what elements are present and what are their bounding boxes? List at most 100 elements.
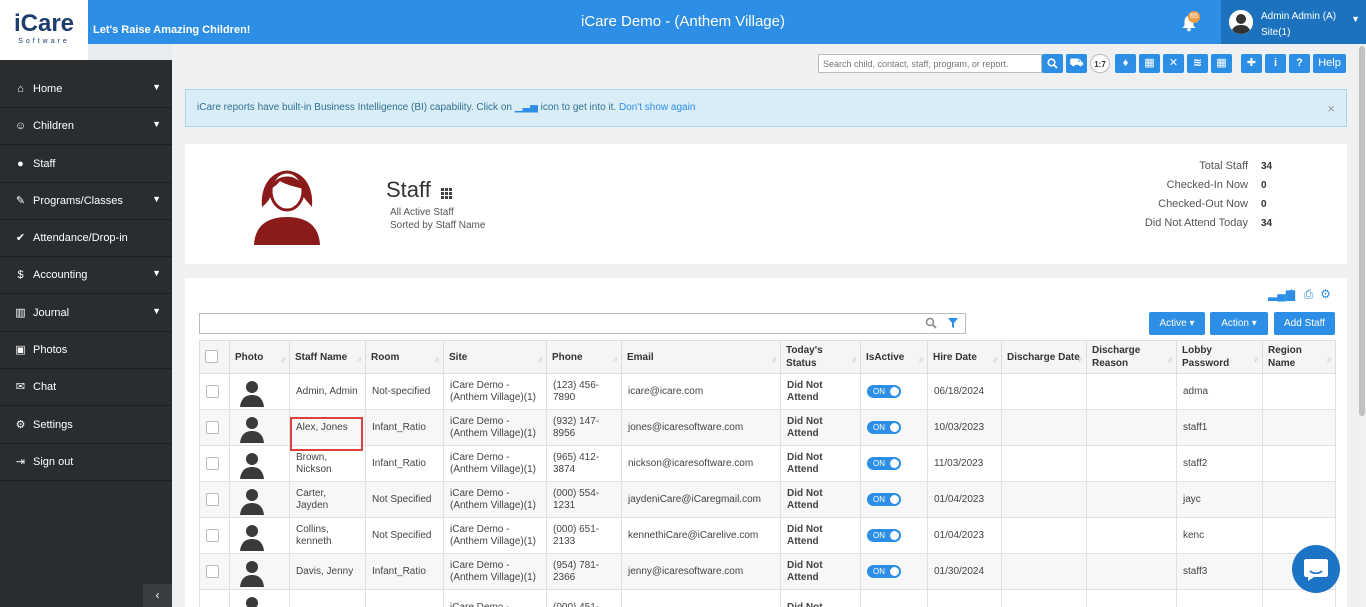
table-row[interactable]: Brown, Nickson Infant_Ratio iCare Demo - (… bbox=[199, 445, 1336, 482]
sidebar-item-staff[interactable]: ● Staff bbox=[0, 146, 172, 183]
staff-name-cell[interactable] bbox=[289, 589, 366, 607]
sidebar-item-settings[interactable]: ⚙ Settings bbox=[0, 407, 172, 444]
select-all-header[interactable] bbox=[199, 340, 230, 374]
active-filter-button[interactable]: Active ▾ bbox=[1149, 312, 1205, 335]
question-button[interactable]: ? bbox=[1289, 54, 1310, 73]
sidebar-item-programs[interactable]: ✎ Programs/Classes ▼ bbox=[0, 183, 172, 220]
sidebar-item-photos[interactable]: ▣ Photos bbox=[0, 332, 172, 369]
sidebar-item-children[interactable]: ☺ Children ▼ bbox=[0, 108, 172, 145]
row-select-cell[interactable] bbox=[199, 373, 230, 410]
sidebar-collapse-button[interactable]: ‹ bbox=[143, 584, 172, 607]
close-icon[interactable]: × bbox=[1327, 101, 1335, 116]
row-checkbox[interactable] bbox=[206, 420, 219, 434]
isactive-cell: ON bbox=[860, 409, 928, 446]
scrollbar-thumb[interactable] bbox=[1359, 46, 1365, 416]
staff-name-cell[interactable]: Collins, kenneth bbox=[289, 517, 366, 554]
column-header-region-name[interactable]: Region Name ↓↑ bbox=[1262, 340, 1336, 374]
table-row[interactable]: Admin, Admin Not-specified iCare Demo - (A… bbox=[199, 373, 1336, 410]
column-header-room[interactable]: Room ↓↑ bbox=[365, 340, 444, 374]
sidebar-item-journal[interactable]: ▥ Journal ▼ bbox=[0, 295, 172, 332]
sidebar-item-accounting[interactable]: $ Accounting ▼ bbox=[0, 257, 172, 294]
chart-button[interactable]: ≋ bbox=[1187, 54, 1208, 73]
table-row[interactable]: Alex, Jones Infant_Ratio iCare Demo - (Ant… bbox=[199, 409, 1336, 446]
sidebar-item-home[interactable]: ⌂ Home ▼ bbox=[0, 71, 172, 108]
gear-icon[interactable]: ⚙ bbox=[1319, 287, 1332, 301]
row-checkbox[interactable] bbox=[206, 456, 219, 470]
info-button[interactable]: i bbox=[1265, 54, 1286, 73]
export-icon[interactable]: ⇪ bbox=[1285, 287, 1298, 301]
table-row[interactable]: Carter, Jayden Not Specified iCare Demo - … bbox=[199, 481, 1336, 518]
table-row[interactable]: Collins, kenneth Not Specified iCare Demo … bbox=[199, 517, 1336, 554]
filter-icon[interactable] bbox=[947, 317, 959, 329]
column-label: Discharge Reason bbox=[1092, 345, 1141, 369]
row-checkbox[interactable] bbox=[206, 384, 219, 398]
sidebar-item-chat[interactable]: ✉ Chat bbox=[0, 369, 172, 406]
staff-name-cell[interactable]: Admin, Admin bbox=[289, 373, 366, 410]
room-cell: Infant_Ratio bbox=[365, 445, 444, 482]
logo[interactable]: iCare Software bbox=[0, 0, 88, 60]
row-select-cell[interactable] bbox=[199, 589, 230, 607]
column-header-isactive[interactable]: IsActive ↓↑ bbox=[860, 340, 928, 374]
search-button[interactable] bbox=[1042, 54, 1063, 73]
action-menu-button[interactable]: Action ▾ bbox=[1210, 312, 1268, 335]
isactive-toggle[interactable]: ON bbox=[867, 457, 901, 470]
row-select-cell[interactable] bbox=[199, 445, 230, 482]
table-row[interactable]: Davis, Jenny Infant_Ratio iCare Demo - (An… bbox=[199, 553, 1336, 590]
select-all-checkbox[interactable] bbox=[205, 350, 218, 364]
isactive-toggle[interactable]: ON bbox=[867, 385, 901, 398]
ratio-button[interactable]: 1:7 bbox=[1090, 54, 1110, 73]
column-header-hire-date[interactable]: Hire Date ↓↑ bbox=[927, 340, 1002, 374]
bi-chart-icon[interactable]: ▂▄▆ bbox=[1268, 287, 1295, 301]
sidebar-item-sign-out[interactable]: ⇥ Sign out bbox=[0, 444, 172, 481]
row-checkbox[interactable] bbox=[206, 564, 219, 578]
chat-widget-button[interactable] bbox=[1292, 545, 1340, 593]
staff-name-cell[interactable]: Davis, Jenny bbox=[289, 553, 366, 590]
column-header-email[interactable]: Email ↓↑ bbox=[621, 340, 781, 374]
row-checkbox[interactable] bbox=[206, 528, 219, 542]
column-label: Phone bbox=[552, 351, 583, 363]
tools-button[interactable]: ✕ bbox=[1163, 54, 1184, 73]
sidebar: ⌂ Home ▼ ☺ Children ▼ ● Staff ✎ Programs… bbox=[0, 60, 172, 607]
table-row[interactable]: iCare Demo - (000) 451- Did Not bbox=[199, 589, 1336, 607]
column-header-phone[interactable]: Phone ↓↑ bbox=[546, 340, 622, 374]
top-bar: Let's Raise Amazing Children! iCare Demo… bbox=[0, 0, 1366, 44]
column-header-staff-name[interactable]: Staff Name ↓↑ bbox=[289, 340, 366, 374]
drop-button[interactable]: ♦ bbox=[1115, 54, 1136, 73]
sidebar-item-label: Children bbox=[33, 120, 74, 132]
help-button[interactable]: Help bbox=[1313, 54, 1346, 73]
column-header-discharge-reason[interactable]: Discharge Reason ↓↑ bbox=[1086, 340, 1177, 374]
row-select-cell[interactable] bbox=[199, 517, 230, 554]
row-select-cell[interactable] bbox=[199, 409, 230, 446]
row-select-cell[interactable] bbox=[199, 481, 230, 518]
grid-button[interactable]: ▦ bbox=[1211, 54, 1232, 73]
column-header-photo[interactable]: Photo ↓↑ bbox=[229, 340, 290, 374]
row-select-cell[interactable] bbox=[199, 553, 230, 590]
global-search-input[interactable] bbox=[818, 54, 1042, 73]
isactive-toggle[interactable]: ON bbox=[867, 529, 901, 542]
column-header-site[interactable]: Site ↓↑ bbox=[443, 340, 547, 374]
print-icon[interactable]: ⎙ bbox=[1302, 287, 1315, 301]
search-icon[interactable] bbox=[925, 317, 937, 329]
isactive-toggle[interactable]: ON bbox=[867, 421, 901, 434]
row-checkbox[interactable] bbox=[206, 492, 219, 506]
email-cell: jaydeniCare@iCaregmail.com bbox=[621, 481, 781, 518]
table-filter-input[interactable] bbox=[199, 313, 966, 334]
status-cell: Did Not Attend bbox=[780, 373, 861, 410]
user-menu[interactable]: Admin Admin (A) Site(1) ▼ bbox=[1221, 0, 1366, 44]
calendar-button[interactable]: ▦ bbox=[1139, 54, 1160, 73]
column-header-discharge-date[interactable]: Discharge Date ↓↑ bbox=[1001, 340, 1087, 374]
add-user-button[interactable]: ✚ bbox=[1241, 54, 1262, 73]
dont-show-again-link[interactable]: Don't show again bbox=[619, 102, 695, 113]
cart-button[interactable]: ⛟ bbox=[1066, 54, 1087, 73]
region-name-cell bbox=[1262, 445, 1336, 482]
sidebar-item-attendance[interactable]: ✔ Attendance/Drop-in bbox=[0, 220, 172, 257]
column-label: Email bbox=[627, 351, 654, 363]
staff-name-cell[interactable]: Carter, Jayden bbox=[289, 481, 366, 518]
column-header-todays-status[interactable]: Today's Status ↓↑ bbox=[780, 340, 861, 374]
column-header-lobby-password[interactable]: Lobby Password ↓↑ bbox=[1176, 340, 1263, 374]
add-staff-button[interactable]: Add Staff bbox=[1274, 312, 1335, 335]
isactive-toggle[interactable]: ON bbox=[867, 493, 901, 506]
grid-menu-icon[interactable] bbox=[441, 188, 452, 199]
isactive-toggle[interactable]: ON bbox=[867, 565, 901, 578]
email-cell: jones@icaresoftware.com bbox=[621, 409, 781, 446]
